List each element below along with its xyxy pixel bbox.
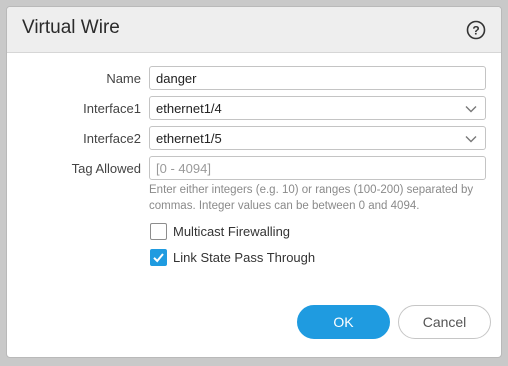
name-label: Name	[106, 71, 141, 86]
interface2-label: Interface2	[83, 131, 141, 146]
dialog-header: Virtual Wire ?	[7, 7, 501, 53]
chevron-down-icon[interactable]	[465, 103, 477, 115]
interface2-row: Interface2 ethernet1/5	[7, 126, 501, 152]
chevron-down-icon[interactable]	[465, 133, 477, 145]
tag-allowed-input[interactable]: [0 - 4094]	[149, 156, 486, 180]
name-row: Name danger	[7, 66, 501, 92]
tag-allowed-hint: Enter either integers (e.g. 10) or range…	[149, 184, 474, 212]
checkmark-icon	[153, 253, 164, 263]
tag-allowed-row: Tag Allowed [0 - 4094]	[7, 156, 501, 182]
link-state-pass-through-label: Link State Pass Through	[173, 250, 316, 265]
multicast-firewalling-label: Multicast Firewalling	[173, 224, 291, 239]
interface1-select[interactable]: ethernet1/4	[149, 96, 486, 120]
svg-text:?: ?	[472, 23, 479, 37]
interface2-value: ethernet1/5	[156, 131, 222, 146]
ok-button[interactable]: OK	[297, 305, 390, 339]
cancel-button[interactable]: Cancel	[398, 305, 491, 339]
interface1-value: ethernet1/4	[156, 101, 222, 116]
link-state-pass-through-checkbox[interactable]	[150, 249, 167, 266]
name-input[interactable]: danger	[149, 66, 486, 90]
virtual-wire-dialog: Virtual Wire ? Name danger Interface1 et…	[6, 6, 502, 358]
dialog-title: Virtual Wire	[22, 17, 120, 38]
multicast-firewalling-checkbox[interactable]	[150, 223, 167, 240]
interface1-label: Interface1	[83, 101, 141, 116]
tag-allowed-label: Tag Allowed	[71, 161, 141, 176]
interface1-row: Interface1 ethernet1/4	[7, 96, 501, 122]
question-circle-icon[interactable]: ?	[466, 20, 486, 40]
interface2-select[interactable]: ethernet1/5	[149, 126, 486, 150]
